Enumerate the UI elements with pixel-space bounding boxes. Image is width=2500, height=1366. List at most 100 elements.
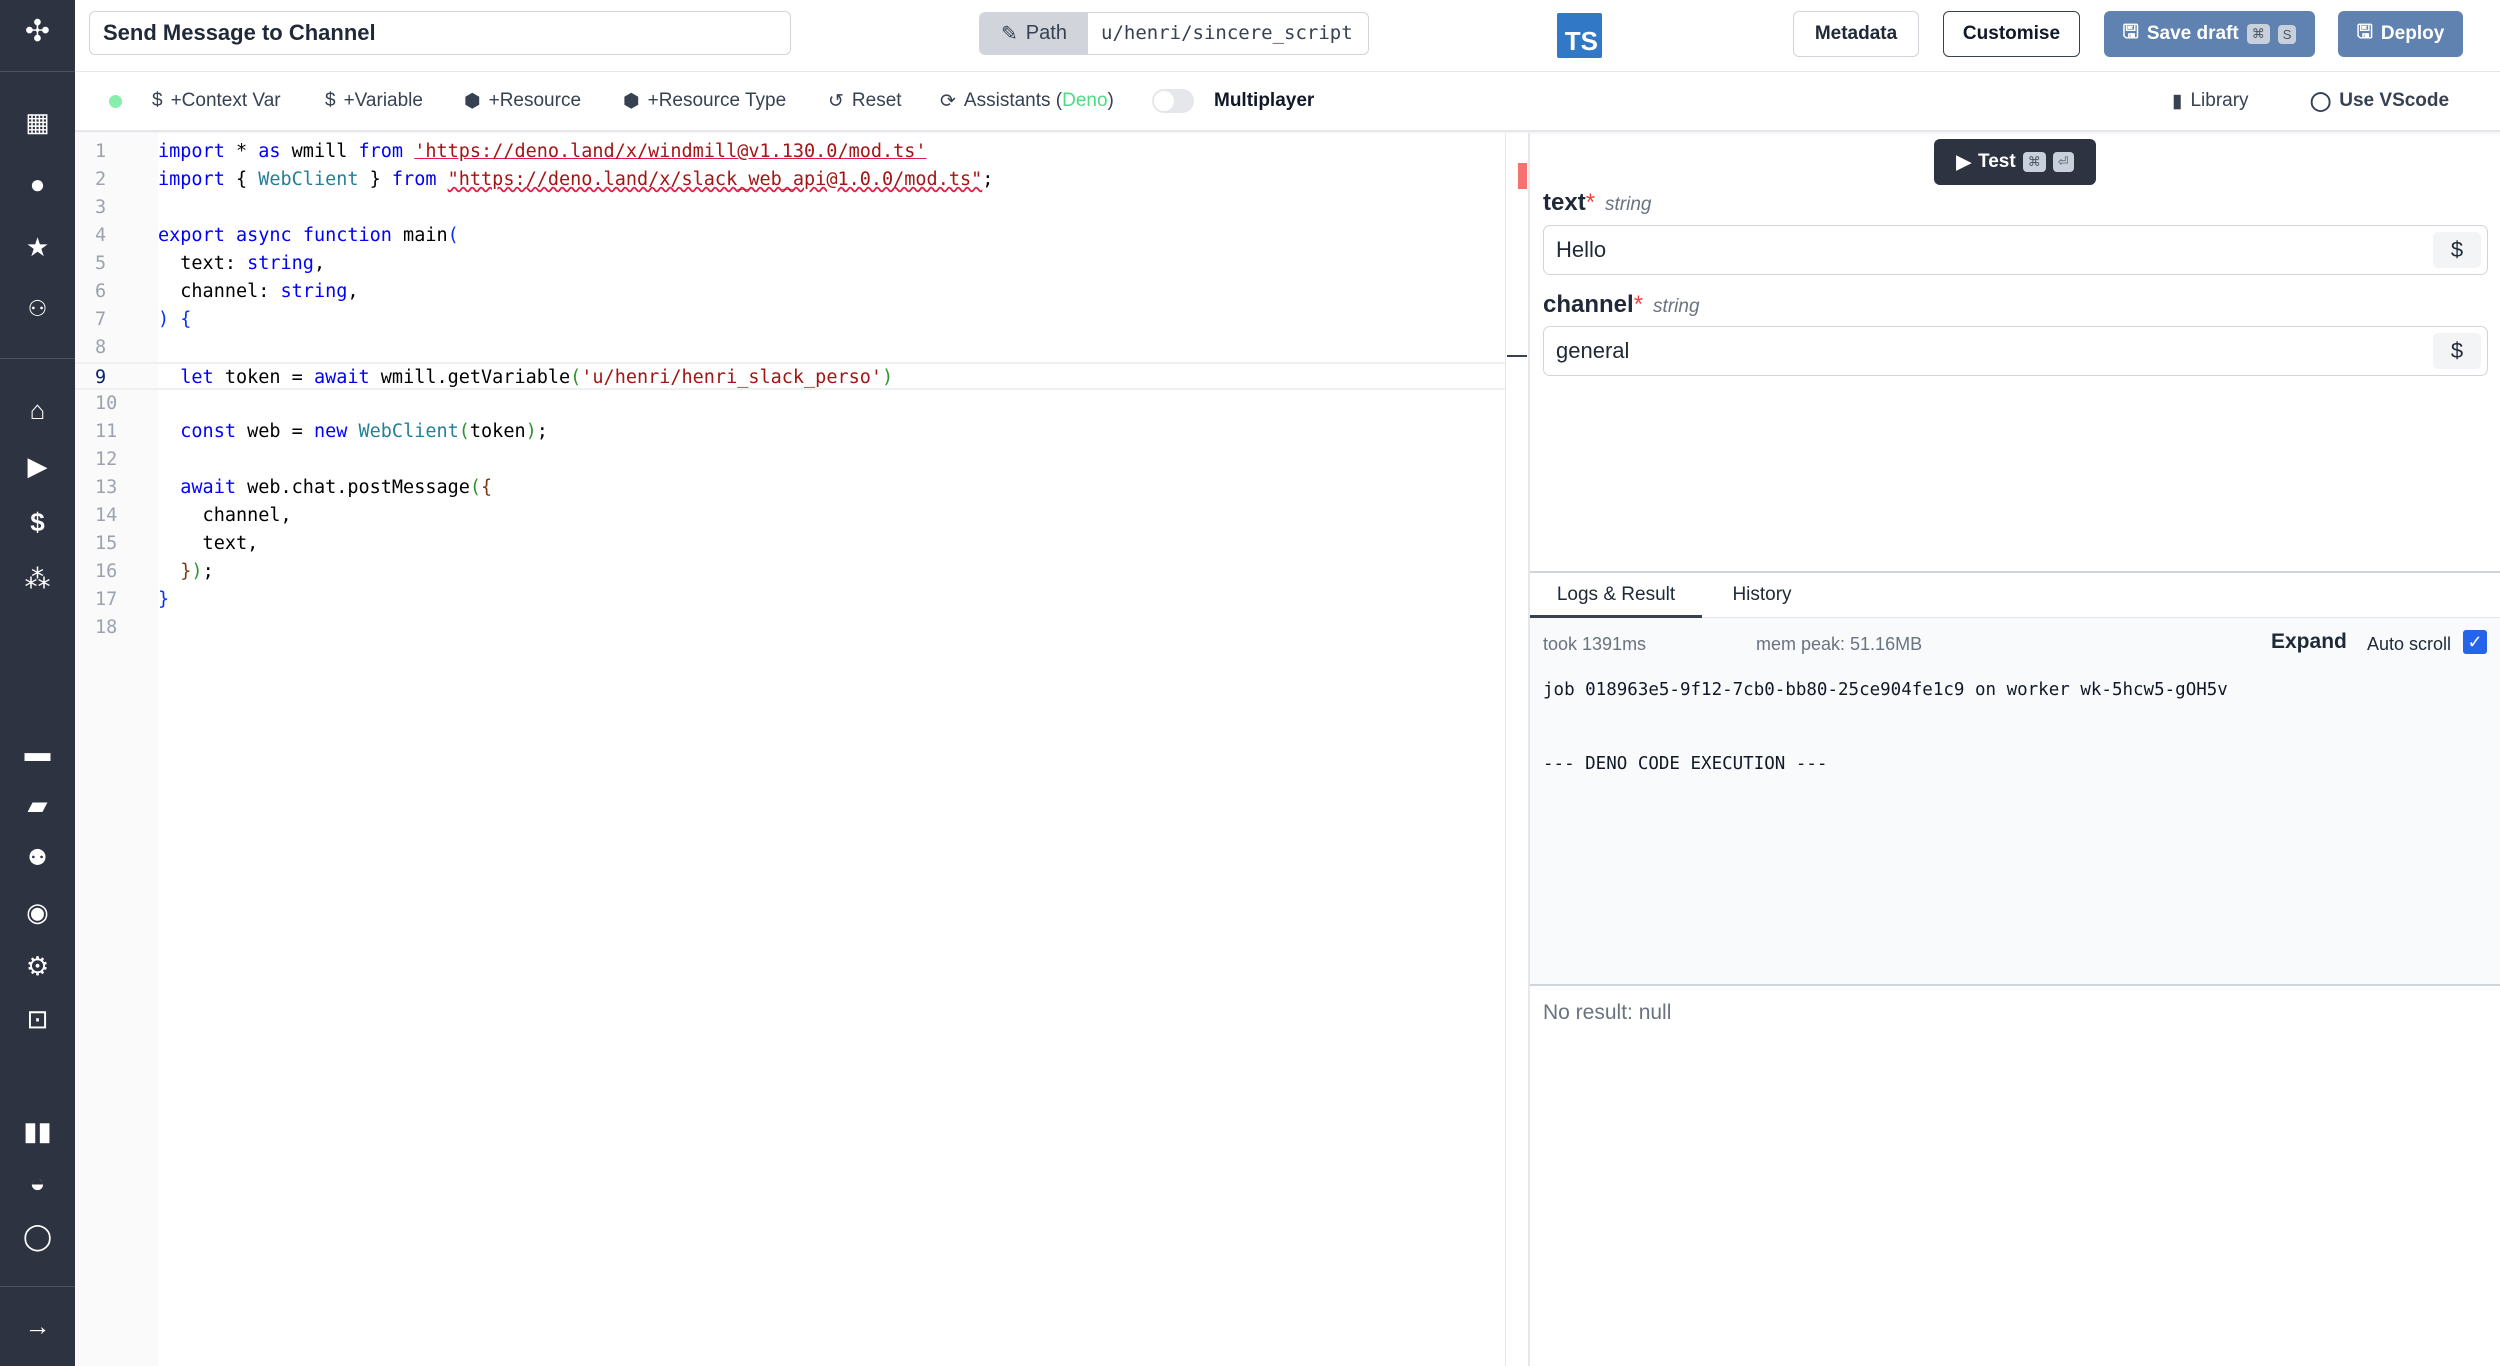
customise-button[interactable]: Customise [1943,11,2080,57]
use-vscode-button[interactable]: ◯ Use VScode [2310,72,2449,130]
code-line[interactable]: 18 [75,614,1505,642]
code-token: ; [982,169,994,190]
home-icon[interactable]: ⌂ [0,392,75,428]
text-input[interactable]: Hello $ [1543,225,2488,275]
groups-icon[interactable]: ⚉ [0,840,75,876]
star-icon[interactable]: ★ [0,229,75,265]
sidebar: ✣ ▦ ● ★ ⚇ ⌂ ▶ $ ⁂ ▬ ▰ ⚉ ◉ ⚙ ⊡ ▮▮ ◒ ◯ → [0,0,75,1366]
variable-picker-button[interactable]: $ [2433,333,2481,369]
channel-input[interactable]: general $ [1543,326,2488,376]
discord-icon[interactable]: ◒ [0,1165,75,1201]
eye-icon[interactable]: ◉ [0,894,75,930]
play-icon[interactable]: ▶ [0,448,75,484]
user-icon[interactable]: ● [0,166,75,202]
script-title-input[interactable]: Send Message to Channel [89,11,791,55]
auto-scroll-checkbox[interactable]: ✓ [2463,630,2487,654]
code-token: wmill [280,141,359,162]
cursor-marker [1507,355,1527,357]
deploy-button[interactable]: 🖫 Deploy [2338,11,2463,57]
variable-label: +Variable [343,90,423,111]
code-line[interactable]: 3 [75,194,1505,222]
code-token: "https://deno.land/x/slack_web_api@1.0.0… [447,169,983,190]
github-icon[interactable]: ◯ [0,1218,75,1254]
building-icon[interactable]: ▦ [0,104,75,140]
dollar-icon[interactable]: $ [0,504,75,540]
code-line[interactable]: 15 text, [75,530,1505,558]
folder-icon[interactable]: ▰ [0,787,75,823]
code-line[interactable]: 8 [75,334,1505,362]
code-token: } [180,561,192,582]
code-text: import * as wmill from 'https://deno.lan… [158,138,927,166]
code-token: main [391,225,448,246]
users-icon[interactable]: ⚇ [0,291,75,327]
add-context-var-button[interactable]: $ +Context Var [152,72,281,130]
code-line[interactable]: 16 }); [75,558,1505,586]
code-line[interactable]: 4 export async function main( [75,222,1505,250]
arrow-right-icon[interactable]: → [0,1308,75,1344]
expand-button[interactable]: Expand [2271,630,2347,654]
required-mark: * [1633,291,1644,318]
code-token: ) [158,309,170,330]
code-editor[interactable]: 1 import * as wmill from 'https://deno.la… [75,133,1529,1366]
book-icon[interactable]: ▮▮ [0,1113,75,1149]
code-token: channel: [158,281,281,302]
code-line[interactable]: 1 import * as wmill from 'https://deno.la… [75,138,1505,166]
sidebar-divider [0,1286,75,1287]
code-line[interactable]: 7) { [75,306,1505,334]
assistants-button[interactable]: ⟳ Assistants (Deno) [940,72,1114,130]
library-button[interactable]: ▮ Library [2172,72,2249,130]
code-line[interactable]: 12 [75,446,1505,474]
cubes-icon[interactable]: ⁂ [0,561,75,597]
line-number: 13 [95,477,118,498]
code-line[interactable]: 5 text: string, [75,250,1505,278]
code-line[interactable]: 11 const web = new WebClient(token); [75,418,1505,446]
kbd-cmd: ⌘ [2246,24,2270,44]
typescript-badge: TS [1557,13,1602,58]
code-token: { [224,169,259,190]
add-variable-button[interactable]: $ +Variable [325,72,423,130]
code-line[interactable]: 13 await web.chat.postMessage({ [75,474,1505,502]
save-draft-button[interactable]: 🖫 Save draft ⌘ S [2104,11,2315,57]
save-icon: 🖫 [2356,22,2373,43]
code-token: const [180,421,236,442]
code-line[interactable]: 9 let token = await wmill.getVariable('u… [75,362,1505,390]
code-line[interactable]: 17} [75,586,1505,614]
results-tabs: Logs & Result History [1530,571,2500,618]
tab-history[interactable]: History [1702,573,1822,618]
code-token: text, [158,533,259,554]
line-number: 15 [95,533,118,554]
code-text: let token = await wmill.getVariable('u/h… [158,364,893,392]
code-token: ; [536,421,548,442]
code-line[interactable]: 6 channel: string, [75,278,1505,306]
code-line[interactable]: 10 [75,390,1505,418]
add-resource-type-button[interactable]: ⬢ +Resource Type [623,72,786,130]
code-line[interactable]: 14 channel, [75,502,1505,530]
line-number: 5 [95,253,107,274]
gear-icon[interactable]: ⚙ [0,948,75,984]
multiplayer-toggle[interactable]: Multiplayer [1152,72,1314,130]
robot-icon[interactable]: ⊡ [0,1001,75,1037]
code-text: const web = new WebClient(token); [158,418,548,446]
add-resource-button[interactable]: ⬢ +Resource [464,72,581,130]
path-field[interactable]: ✎ Path u/henri/sincere_script [979,12,1369,55]
code-token: ( [458,421,470,442]
code-token: ; [202,561,214,582]
log-line: --- DENO CODE EXECUTION --- [1543,754,1828,774]
calendar-icon[interactable]: ▬ [0,734,75,770]
use-vscode-label: Use VScode [2339,90,2450,111]
windmill-logo-icon[interactable]: ✣ [0,14,75,50]
editor-scrollbar[interactable] [1505,133,1506,1366]
line-number: 18 [95,617,118,638]
variable-picker-button[interactable]: $ [2433,232,2481,268]
code-token: web.chat.postMessage [235,477,470,498]
path-value[interactable]: u/henri/sincere_script [1088,13,1366,54]
tab-logs-result[interactable]: Logs & Result [1530,573,1702,618]
test-button[interactable]: ▶ Test ⌘ ⏎ [1934,139,2096,185]
reset-button[interactable]: ↺ Reset [828,72,902,130]
code-line[interactable]: 2 import { WebClient } from "https://deno… [75,166,1505,194]
metadata-button[interactable]: Metadata [1793,11,1919,57]
toggle-switch[interactable] [1152,89,1194,113]
